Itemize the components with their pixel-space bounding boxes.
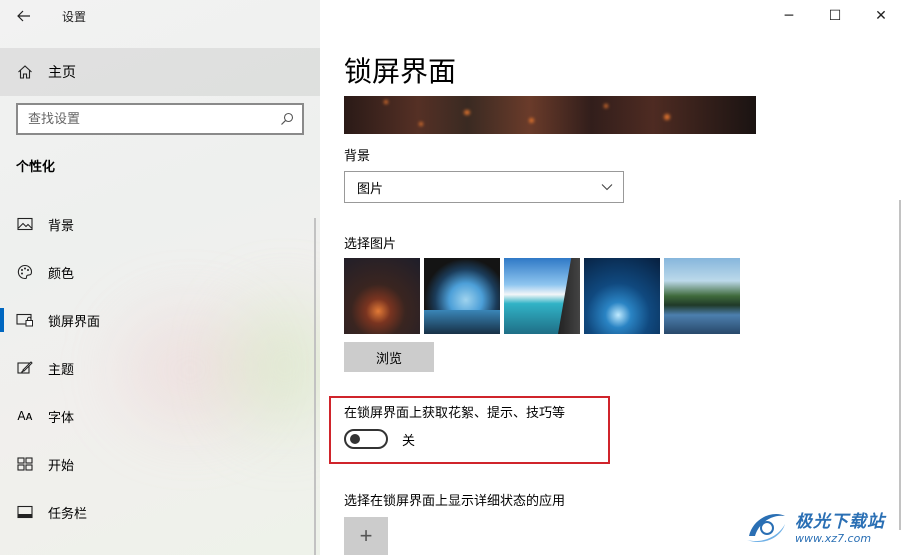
section-heading: 个性化: [16, 160, 56, 175]
toggle-knob: [350, 434, 360, 444]
toggle-state-label: 关: [402, 433, 416, 449]
sidebar-item-start[interactable]: 开始: [0, 440, 320, 488]
background-dropdown[interactable]: 图片: [344, 171, 624, 203]
lock-screen-preview: [344, 96, 756, 134]
fun-facts-toggle-row: 关: [344, 429, 415, 449]
detailed-status-label: 选择在锁屏界面上显示详细状态的应用: [344, 494, 566, 509]
sidebar-home[interactable]: 主页: [0, 48, 320, 96]
sidebar-item-label: 主题: [48, 362, 75, 378]
title-bar: 设置: [0, 0, 86, 32]
minimize-button[interactable]: ─: [766, 0, 812, 32]
browse-button[interactable]: 浏览: [344, 342, 434, 372]
sidebar-home-label: 主页: [48, 65, 76, 81]
start-grid-icon: [16, 455, 34, 473]
watermark-url: www.xz7.com: [795, 532, 872, 545]
window-controls: ─ ☐ ✕: [766, 0, 904, 32]
watermark-name: 极光下载站: [795, 512, 885, 532]
theme-brush-icon: [16, 359, 34, 377]
back-arrow-icon: [17, 10, 30, 22]
fun-facts-toggle[interactable]: [344, 429, 388, 449]
thumbnail-image[interactable]: [424, 258, 500, 334]
main-content: ─ ☐ ✕ 锁屏界面 背景 图片 选择图片 浏览 在锁屏界面上获取花絮、提示、技…: [320, 0, 904, 555]
close-button[interactable]: ✕: [858, 0, 904, 32]
search-box[interactable]: [16, 103, 304, 135]
sidebar-item-label: 背景: [48, 218, 75, 234]
sidebar-item-background[interactable]: 背景: [0, 200, 320, 248]
watermark-logo-icon: [743, 506, 789, 546]
main-scrollbar[interactable]: [899, 200, 901, 530]
picture-icon: [16, 215, 34, 233]
picture-thumbnails: [344, 258, 740, 334]
sidebar-item-fonts[interactable]: Aᴀ 字体: [0, 392, 320, 440]
sidebar-scrollbar[interactable]: [314, 218, 316, 555]
chevron-down-icon: [601, 184, 613, 191]
watermark: 极光下载站 www.xz7.com: [743, 500, 901, 552]
font-icon: Aᴀ: [17, 409, 33, 423]
sidebar-item-label: 字体: [48, 410, 75, 426]
choose-picture-label: 选择图片: [344, 237, 397, 252]
app-title: 设置: [62, 9, 87, 24]
palette-icon: [16, 263, 34, 281]
add-app-button[interactable]: +: [344, 517, 388, 555]
sidebar-item-themes[interactable]: 主题: [0, 344, 320, 392]
page-title: 锁屏界面: [344, 55, 457, 88]
sidebar-item-lock-screen[interactable]: 锁屏界面: [0, 296, 320, 344]
thumbnail-image[interactable]: [664, 258, 740, 334]
sidebar-item-label: 任务栏: [48, 506, 88, 522]
sidebar-item-colors[interactable]: 颜色: [0, 248, 320, 296]
search-icon: [281, 112, 294, 125]
search-input[interactable]: [28, 111, 268, 127]
thumbnail-image[interactable]: [344, 258, 420, 334]
sidebar: 设置 主页 个性化 背景 颜色 锁屏界面: [0, 0, 320, 555]
sidebar-nav: 背景 颜色 锁屏界面 主题 Aᴀ 字体 开始 任务栏: [0, 200, 320, 536]
lock-screen-icon: [16, 311, 34, 329]
background-dropdown-value: 图片: [357, 181, 384, 197]
watermark-text: 极光下载站 www.xz7.com: [795, 507, 885, 545]
maximize-button[interactable]: ☐: [812, 0, 858, 32]
sidebar-item-label: 颜色: [48, 266, 75, 282]
fun-facts-label: 在锁屏界面上获取花絮、提示、技巧等: [344, 406, 566, 421]
background-label: 背景: [344, 149, 371, 164]
sidebar-item-label: 锁屏界面: [48, 314, 101, 330]
sidebar-item-taskbar[interactable]: 任务栏: [0, 488, 320, 536]
thumbnail-image[interactable]: [584, 258, 660, 334]
home-icon: [16, 64, 34, 80]
back-button[interactable]: [0, 0, 48, 32]
taskbar-icon: [16, 503, 34, 521]
sidebar-item-label: 开始: [48, 458, 75, 474]
thumbnail-image[interactable]: [504, 258, 580, 334]
